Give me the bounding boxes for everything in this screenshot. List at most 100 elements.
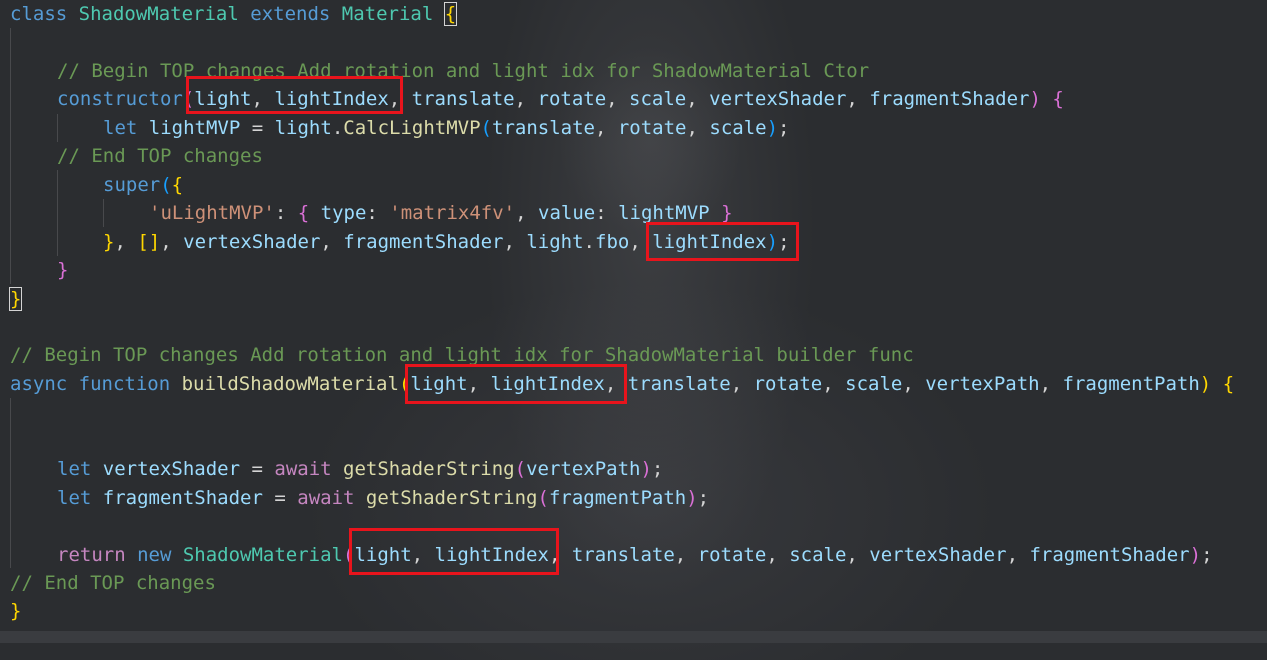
code-token: 'uLightMVP' (149, 202, 275, 224)
code-token: scale (709, 117, 767, 139)
code-token: rotate (753, 373, 823, 395)
code-token: ( (514, 458, 527, 480)
code-token: fragmentShader (1029, 544, 1190, 566)
code-editor[interactable]: class ShadowMaterial extends Material { … (0, 0, 1267, 631)
code-token: [] (137, 231, 161, 253)
highlight-box (405, 364, 627, 404)
code-token: , (320, 231, 344, 253)
code-token: { (171, 174, 184, 196)
code-comment: // End TOP changes (10, 572, 216, 594)
code-token: rotate (697, 544, 767, 566)
code-line-3: // Begin TOP changes Add rotation and li… (57, 57, 869, 85)
highlight-box (349, 528, 559, 575)
code-comment: // End TOP changes (57, 145, 263, 167)
code-line-5: let lightMVP = light.CalcLightMVP(transl… (103, 114, 789, 142)
code-token: function (67, 373, 171, 395)
code-token: , (606, 88, 630, 110)
code-token: } (8, 287, 23, 311)
code-token: light (526, 231, 584, 253)
indent-guide (57, 114, 58, 142)
code-token: , (514, 88, 538, 110)
code-token: ; (1201, 544, 1213, 566)
highlight-box (186, 76, 403, 114)
code-token: ( (480, 117, 492, 139)
code-token: translate (571, 544, 675, 566)
code-token: let (57, 487, 92, 509)
code-token: getShaderString (331, 458, 515, 480)
code-token: ShadowMaterial (171, 544, 343, 566)
code-token: rotate (537, 88, 607, 110)
code-token: , (822, 373, 846, 395)
code-token: ShadowMaterial (78, 3, 239, 25)
code-token: scale (789, 544, 847, 566)
code-token: async (10, 373, 68, 395)
indent-guide (103, 199, 104, 227)
code-token: lightMVP (618, 202, 710, 224)
code-token: . (583, 231, 595, 253)
code-token: translate (492, 117, 595, 139)
code-token: translate (627, 373, 731, 395)
code-token: new (125, 544, 172, 566)
code-token: ) (1029, 88, 1041, 110)
code-token: await (274, 458, 332, 480)
code-token: , (902, 373, 926, 395)
code-token: } (10, 600, 22, 622)
code-token: let (103, 117, 138, 139)
code-token: let (57, 458, 92, 480)
code-token: { (297, 202, 310, 224)
code-token: vertexShader (709, 88, 847, 110)
code-token: rotate (617, 117, 687, 139)
code-token: ) (1199, 373, 1212, 395)
code-token: , (846, 88, 870, 110)
code-token: getShaderString (354, 487, 538, 509)
code-line-21: // End TOP changes (10, 569, 216, 597)
code-token: , (686, 88, 710, 110)
code-token: : (274, 202, 298, 224)
code-line-17: let vertexShader = await getShaderString… (57, 455, 663, 483)
code-token: , (766, 544, 790, 566)
code-token: , (1039, 373, 1063, 395)
code-token: , (1006, 544, 1030, 566)
code-line-22: } (10, 597, 21, 625)
code-token: , (594, 117, 618, 139)
code-token: vertexPath (925, 373, 1040, 395)
code-token: vertexShader (91, 458, 241, 480)
code-line-20: return new ShadowMaterial(light, lightIn… (57, 541, 1213, 569)
code-token: ( (160, 174, 172, 196)
code-token: ; (651, 458, 664, 480)
code-token: fbo (595, 231, 630, 253)
code-line-6: // End TOP changes (57, 142, 263, 170)
code-token: , (503, 231, 527, 253)
code-token: fragmentShader (343, 231, 504, 253)
code-token: vertexShader (869, 544, 1007, 566)
code-token: : (366, 202, 390, 224)
code-token: , (730, 373, 754, 395)
code-line-7: super({ (103, 171, 183, 199)
code-token: buildShadowMaterial (170, 373, 399, 395)
code-token: translate (411, 88, 515, 110)
code-token: : (595, 202, 619, 224)
code-token: ) (686, 487, 698, 509)
code-token: ; (697, 487, 710, 509)
code-token: ) (766, 117, 779, 139)
code-token: = (262, 487, 298, 509)
code-token: class (10, 3, 68, 25)
code-token: 'matrix4fv' (389, 202, 516, 224)
code-token: fragmentPath (1062, 373, 1200, 395)
code-token: Material (341, 3, 434, 25)
highlight-box (646, 222, 799, 261)
code-token: fragmentPath (548, 487, 687, 509)
indent-guide (10, 28, 11, 284)
editor-bottom-bar (0, 631, 1267, 643)
code-line-18: let fragmentShader = await getShaderStri… (57, 484, 709, 512)
code-token: constructor (57, 88, 183, 110)
code-token: { (1052, 88, 1064, 110)
code-token: , (846, 544, 870, 566)
code-token: light (274, 117, 332, 139)
code-token: scale (845, 373, 903, 395)
code-token: vertexShader (183, 231, 321, 253)
code-token: ) (1189, 544, 1202, 566)
code-token: ) (640, 458, 652, 480)
